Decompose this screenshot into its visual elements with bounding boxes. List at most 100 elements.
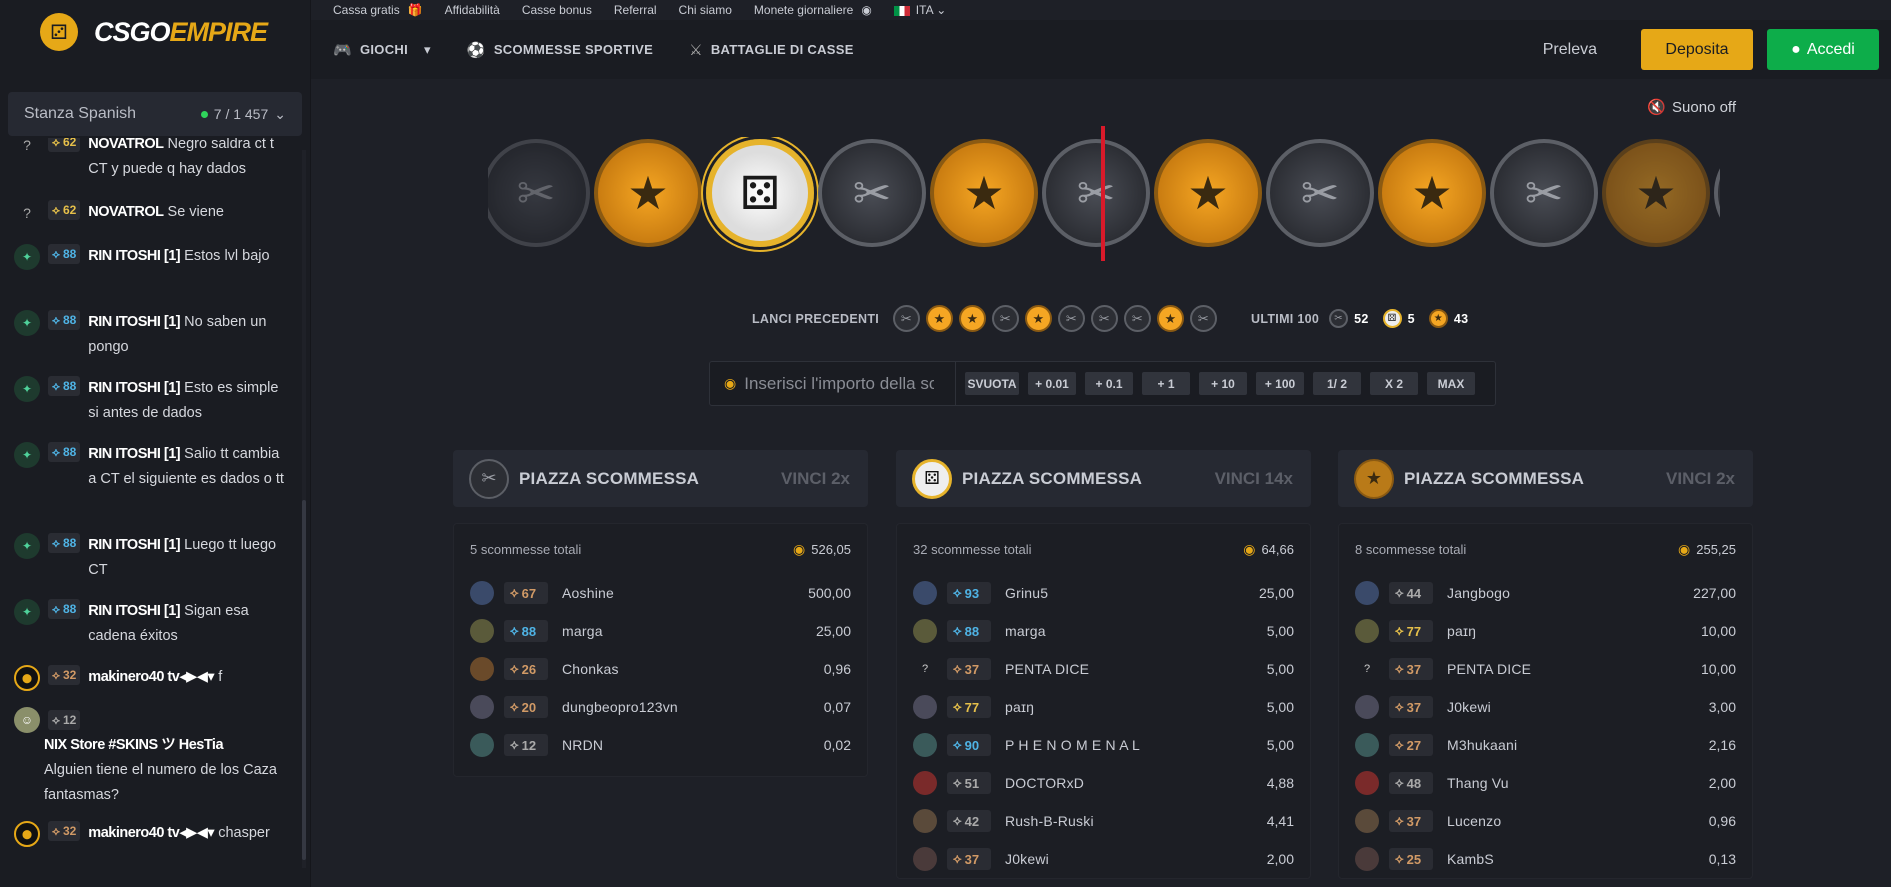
- chat-username[interactable]: makinero40 tv◂▶◀▾: [88, 669, 214, 685]
- bet-btn-2[interactable]: + 0.1: [1085, 372, 1133, 395]
- avatar[interactable]: ?: [1355, 657, 1379, 681]
- avatar[interactable]: [470, 581, 494, 605]
- avatar[interactable]: [470, 695, 494, 719]
- chat-username[interactable]: RIN ITOSHI [1]: [88, 446, 180, 462]
- avatar[interactable]: ✦: [14, 533, 40, 559]
- language-selector[interactable]: ITA ⌄: [893, 3, 946, 17]
- bettor-name[interactable]: M3hukaani: [1447, 737, 1709, 753]
- avatar[interactable]: [1355, 733, 1379, 757]
- avatar[interactable]: ✦: [14, 310, 40, 336]
- nav-games[interactable]: 🎮 GIOCHI ▾: [333, 41, 431, 59]
- bettor-name[interactable]: NRDN: [562, 737, 824, 753]
- bet-btn-3[interactable]: + 1: [1142, 372, 1190, 395]
- bettor-name[interactable]: paɪŋ: [1005, 699, 1267, 715]
- chat-room-selector[interactable]: Stanza Spanish 7 / 1 457 ⌄: [8, 92, 302, 136]
- avatar[interactable]: [913, 771, 937, 795]
- ct-coin-icon: ✂: [818, 139, 926, 247]
- avatar[interactable]: [1355, 771, 1379, 795]
- avatar[interactable]: [913, 619, 937, 643]
- avatar[interactable]: [913, 581, 937, 605]
- avatar[interactable]: [1355, 695, 1379, 719]
- avatar[interactable]: [913, 847, 937, 871]
- avatar[interactable]: ⬤: [14, 665, 40, 691]
- place-bet-button[interactable]: ★ PIAZZA SCOMMESSA VINCI 2x: [1338, 450, 1753, 507]
- top-link[interactable]: Referral: [614, 3, 657, 17]
- bet-btn-0[interactable]: SVUOTA: [965, 372, 1019, 395]
- login-button[interactable]: ● Accedi: [1767, 29, 1879, 70]
- bettor-name[interactable]: PENTA DICE: [1005, 661, 1267, 677]
- chat-scrollbar-thumb[interactable]: [302, 500, 306, 860]
- sound-toggle[interactable]: 🔇 Suono off: [1647, 98, 1736, 117]
- bet-btn-6[interactable]: 1/ 2: [1313, 372, 1361, 395]
- bettor-name[interactable]: J0kewi: [1005, 851, 1267, 867]
- avatar[interactable]: ?: [14, 138, 40, 158]
- bettor-name[interactable]: paɪŋ: [1447, 623, 1701, 639]
- avatar[interactable]: [470, 733, 494, 757]
- top-link[interactable]: Affidabilità: [445, 3, 500, 17]
- deposit-button[interactable]: Deposita: [1641, 29, 1753, 70]
- bettor-name[interactable]: dungbeopro123vn: [562, 699, 824, 715]
- chat-text: RIN ITOSHI [1] Sigan esa cadena éxitos: [88, 603, 249, 644]
- withdraw-button[interactable]: Preleva: [1513, 41, 1627, 59]
- nav-case-battles[interactable]: ⚔ BATTAGLIE DI CASSE: [689, 41, 854, 59]
- avatar[interactable]: [1355, 581, 1379, 605]
- avatar[interactable]: [1355, 809, 1379, 833]
- bettor-name[interactable]: Jangbogo: [1447, 585, 1693, 601]
- chat-username[interactable]: makinero40 tv◂▶◀▾: [88, 825, 214, 841]
- bet-btn-4[interactable]: + 10: [1199, 372, 1247, 395]
- rank-icon: ⟡: [953, 661, 962, 676]
- place-bet-button[interactable]: ✂ PIAZZA SCOMMESSA VINCI 2x: [453, 450, 868, 507]
- chat-username[interactable]: RIN ITOSHI [1]: [88, 314, 180, 330]
- chat-username[interactable]: NOVATROL: [88, 138, 164, 152]
- avatar[interactable]: [913, 733, 937, 757]
- avatar[interactable]: ✦: [14, 244, 40, 270]
- coin-stack-icon: ◉: [861, 3, 872, 17]
- bettor-name[interactable]: marga: [562, 623, 816, 639]
- avatar[interactable]: ✦: [14, 599, 40, 625]
- avatar[interactable]: ?: [14, 200, 40, 226]
- bet-btn-7[interactable]: X 2: [1370, 372, 1418, 395]
- bet-amount-input[interactable]: ◉ Inserisci l'importo della scommessa: [710, 362, 956, 405]
- bet-btn-5[interactable]: + 100: [1256, 372, 1304, 395]
- level-badge: ⟡ 93: [947, 582, 991, 604]
- avatar[interactable]: [1355, 619, 1379, 643]
- ct-roll-icon: ✂: [1058, 305, 1086, 332]
- avatar[interactable]: ⬤: [14, 821, 40, 847]
- top-link[interactable]: Monete giornaliere: [754, 3, 853, 17]
- logo[interactable]: ⚂ CSGOEMPIRE: [0, 0, 310, 64]
- bettor-name[interactable]: Chonkas: [562, 661, 824, 677]
- bet-btn-1[interactable]: + 0.01: [1028, 372, 1076, 395]
- bettor-name[interactable]: DOCTORxD: [1005, 775, 1267, 791]
- top-link[interactable]: Casse bonus: [522, 3, 592, 17]
- nav-sports[interactable]: ⚽ SCOMMESSE SPORTIVE: [467, 41, 653, 59]
- bettor-name[interactable]: Thang Vu: [1447, 775, 1709, 791]
- top-link[interactable]: Chi siamo: [679, 3, 732, 17]
- chat-username[interactable]: NIX Store #SKINS ツ HesTia: [44, 737, 224, 753]
- bettor-name[interactable]: Lucenzo: [1447, 813, 1709, 829]
- avatar[interactable]: ?: [913, 657, 937, 681]
- avatar[interactable]: ✦: [14, 376, 40, 402]
- bettor-name[interactable]: PENTA DICE: [1447, 661, 1701, 677]
- avatar[interactable]: [470, 619, 494, 643]
- avatar[interactable]: ✦: [14, 442, 40, 468]
- bet-btn-8[interactable]: MAX: [1427, 372, 1475, 395]
- chat-username[interactable]: RIN ITOSHI [1]: [88, 380, 180, 396]
- bettor-name[interactable]: marga: [1005, 623, 1267, 639]
- avatar[interactable]: [913, 695, 937, 719]
- bettor-name[interactable]: KambS: [1447, 851, 1709, 867]
- bettor-name[interactable]: Grinu5: [1005, 585, 1259, 601]
- chat-username[interactable]: NOVATROL: [88, 204, 164, 220]
- place-bet-button[interactable]: ⚄ PIAZZA SCOMMESSA VINCI 14x: [896, 450, 1311, 507]
- chat-username[interactable]: RIN ITOSHI [1]: [88, 248, 180, 264]
- bettor-name[interactable]: Rush-B-Ruski: [1005, 813, 1267, 829]
- avatar[interactable]: [1355, 847, 1379, 871]
- avatar[interactable]: [913, 809, 937, 833]
- avatar[interactable]: [470, 657, 494, 681]
- bettor-name[interactable]: Aoshine: [562, 585, 808, 601]
- bettor-name[interactable]: P H E N O M E N A L: [1005, 737, 1267, 753]
- top-link[interactable]: Cassa gratis: [333, 3, 400, 17]
- bettor-name[interactable]: J0kewi: [1447, 699, 1709, 715]
- chat-username[interactable]: RIN ITOSHI [1]: [88, 537, 180, 553]
- chat-username[interactable]: RIN ITOSHI [1]: [88, 603, 180, 619]
- avatar[interactable]: ☺: [14, 707, 40, 733]
